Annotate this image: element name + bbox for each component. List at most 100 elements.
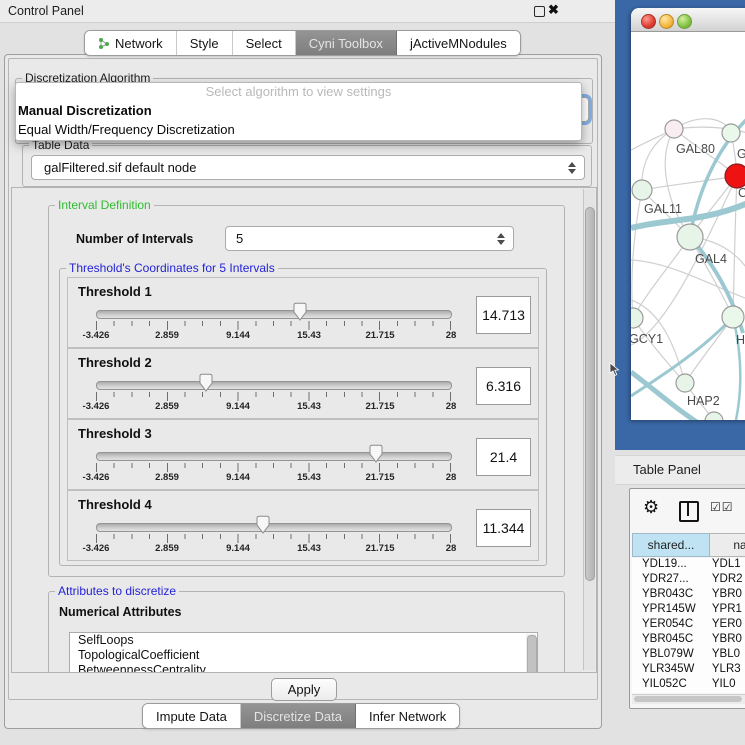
threshold-coordinates-title: Threshold's Coordinates for 5 Intervals (66, 261, 278, 275)
network-icon (98, 37, 110, 50)
tab-network[interactable]: Network (85, 31, 177, 55)
threshold-value-field[interactable]: 14.713 (476, 296, 531, 334)
list-scrollbar[interactable] (526, 634, 536, 673)
close-icon[interactable]: ✖ (548, 2, 559, 18)
table-row[interactable]: YIL052CYIL0 (632, 678, 745, 693)
table-row[interactable]: YDR27...YDR2 (632, 573, 745, 588)
node-gal11[interactable] (632, 180, 652, 200)
apply-button[interactable]: Apply (271, 678, 337, 701)
slider-tick-labels: -3.426 2.859 9.144 15.43 21.715 28 (96, 543, 451, 555)
panel-title: Control Panel (8, 4, 84, 18)
table-row[interactable]: YBR043CYBR0 (632, 588, 745, 603)
threshold-label: Threshold 4 (78, 497, 152, 512)
gear-icon[interactable]: ⚙ (643, 497, 659, 518)
slider-thumb[interactable] (198, 373, 214, 393)
mouse-cursor (609, 362, 620, 377)
column-layout-icon[interactable] (679, 501, 699, 522)
list-item[interactable]: SelfLoops (70, 633, 537, 648)
table-row[interactable]: YPR145WYPR1 (632, 603, 745, 618)
tab-infer-network[interactable]: Infer Network (356, 704, 459, 728)
node-top-right[interactable] (722, 124, 740, 142)
node-gcy1[interactable] (631, 308, 643, 328)
attributes-group-title: Attributes to discretize (55, 584, 179, 598)
slider-thumb[interactable] (255, 515, 271, 535)
threshold-1-panel: Threshold 1 -3.426 2.859 9.144 (67, 277, 539, 348)
network-view-window: GAL80 GA C GAL11 GAL4 GCY1 H HAP2 (631, 8, 745, 420)
threshold-4-panel: Threshold 4 -3.426 2.859 9.144 (67, 490, 539, 561)
numerical-attributes-label: Numerical Attributes (59, 605, 181, 619)
tab-discretize-data[interactable]: Discretize Data (241, 704, 356, 728)
tab-jactivemnodules[interactable]: jActiveMNodules (397, 31, 520, 55)
network-window-titlebar (631, 8, 745, 32)
number-of-intervals-spinner[interactable]: 5 (225, 226, 514, 251)
node-right[interactable] (722, 306, 744, 328)
node-label-partial: H (736, 333, 745, 347)
threshold-slider[interactable]: -3.426 2.859 9.144 15.43 21.715 28 (96, 302, 451, 344)
list-item[interactable]: TopologicalCoefficient (70, 648, 537, 663)
node-label: GAL4 (695, 252, 727, 266)
checkbox-icons[interactable]: ☑☑ (710, 500, 734, 514)
node-gal80[interactable] (665, 120, 683, 138)
threshold-slider[interactable]: -3.426 2.859 9.144 15.43 21.715 28 (96, 444, 451, 486)
network-nodes[interactable] (631, 120, 745, 420)
table-row[interactable]: YDL19...YDL1 (632, 558, 745, 573)
tab-select[interactable]: Select (233, 31, 296, 55)
control-panel-tabs: Network Style Select Cyni Toolbox jActiv… (84, 30, 521, 56)
node-gal4[interactable] (677, 224, 703, 250)
table-panel-title: Table Panel (633, 462, 701, 477)
table-row[interactable]: YBL079WYBL0 (632, 648, 745, 663)
table-horizontal-scrollbar[interactable] (632, 694, 745, 704)
threshold-slider[interactable]: -3.426 2.859 9.144 15.43 21.715 28 (96, 373, 451, 415)
zoom-traffic-light-icon[interactable] (677, 14, 692, 29)
close-traffic-light-icon[interactable] (641, 14, 656, 29)
network-graph-canvas[interactable]: GAL80 GA C GAL11 GAL4 GCY1 H HAP2 (631, 31, 745, 420)
slider-track[interactable] (96, 381, 452, 390)
numerical-attributes-list[interactable]: SelfLoops TopologicalCoefficient Between… (69, 632, 538, 673)
tab-style[interactable]: Style (177, 31, 233, 55)
slider-track[interactable] (96, 523, 452, 532)
control-panel-titlebar: Control Panel ✖ (0, 0, 615, 23)
tab-cyni-toolbox[interactable]: Cyni Toolbox (296, 31, 397, 55)
threshold-label: Threshold 3 (78, 426, 152, 441)
table-body: YDL19...YDL1 YDR27...YDR2 YBR043CYBR0 YP… (632, 558, 745, 693)
table-row[interactable]: YBR045CYBR0 (632, 633, 745, 648)
float-window-icon[interactable] (534, 6, 545, 17)
slider-thumb[interactable] (368, 444, 384, 464)
node-label: GAL80 (676, 142, 715, 156)
dropdown-option-manual[interactable]: Manual Discretization (16, 101, 581, 120)
slider-thumb[interactable] (292, 302, 308, 322)
scrollbar-thumb[interactable] (585, 207, 595, 581)
threshold-2-panel: Threshold 2 -3.426 2.859 9.144 (67, 348, 539, 419)
column-header-shared[interactable]: shared... (632, 533, 710, 557)
node-label: HAP2 (687, 394, 720, 408)
table-data-combobox[interactable]: galFiltered.sif default node (31, 155, 585, 180)
threshold-value-field[interactable]: 6.316 (476, 367, 531, 405)
settings-scrollbar[interactable] (583, 189, 595, 670)
tab-impute-data[interactable]: Impute Data (143, 704, 241, 728)
algorithm-dropdown-popup: Select algorithm to view settings Manual… (15, 82, 582, 141)
threshold-value-field[interactable]: 11.344 (476, 509, 531, 547)
scrollbar-thumb[interactable] (634, 696, 742, 702)
discretize-data-page: Discretization Algorithm Select algorith… (8, 58, 598, 700)
list-item[interactable]: BetweennessCentrality (70, 663, 537, 673)
node-red-selected[interactable] (725, 164, 745, 188)
slider-tick-labels: -3.426 2.859 9.144 15.43 21.715 28 (96, 330, 451, 342)
slider-ticks (96, 463, 451, 472)
threshold-slider[interactable]: -3.426 2.859 9.144 15.43 21.715 28 (96, 515, 451, 557)
table-row[interactable]: YER054CYER0 (632, 618, 745, 633)
column-header-name[interactable]: na (710, 533, 745, 557)
table-row[interactable]: YLR345WYLR3 (632, 663, 745, 678)
dropdown-option-equal-width[interactable]: Equal Width/Frequency Discretization (16, 120, 581, 139)
slider-ticks (96, 534, 451, 543)
cyni-mode-tabs: Impute Data Discretize Data Infer Networ… (142, 703, 460, 729)
minimize-traffic-light-icon[interactable] (659, 14, 674, 29)
slider-track[interactable] (96, 452, 452, 461)
node-label-partial: GA (737, 147, 745, 161)
slider-ticks (96, 321, 451, 330)
node-bottom-partial[interactable] (705, 412, 723, 420)
interval-definition-title: Interval Definition (55, 198, 154, 212)
dropdown-placeholder-option[interactable]: Select algorithm to view settings (16, 83, 581, 101)
node-hap2[interactable] (676, 374, 694, 392)
slider-track[interactable] (96, 310, 452, 319)
threshold-value-field[interactable]: 21.4 (476, 438, 531, 476)
